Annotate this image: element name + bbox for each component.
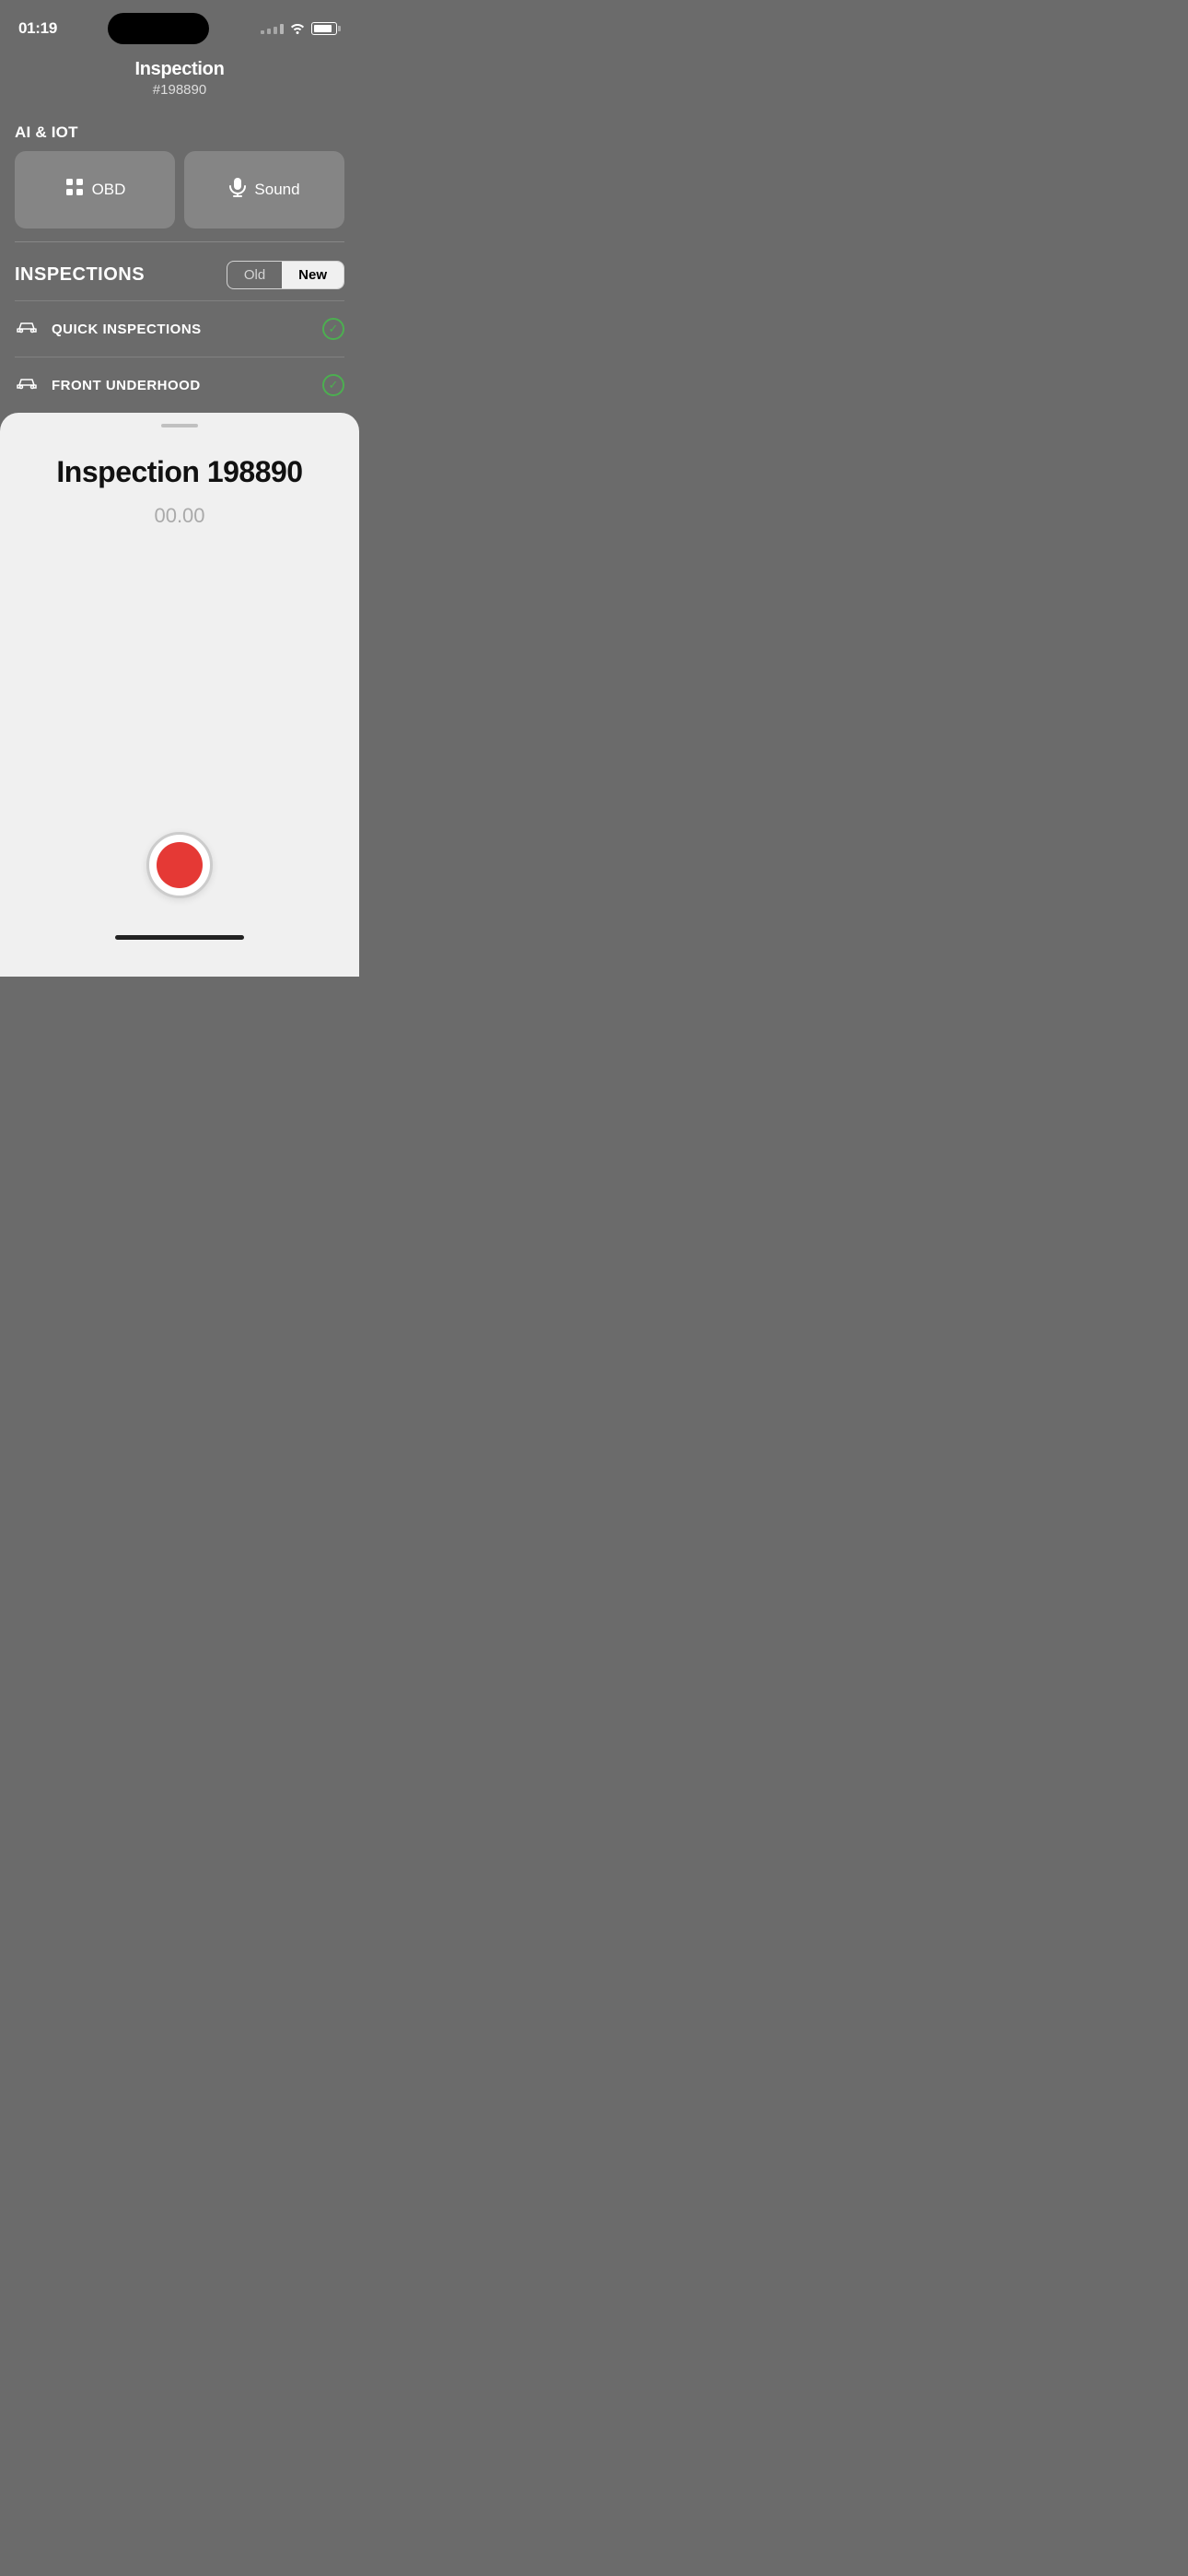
sound-card[interactable]: Sound [184, 151, 344, 228]
timer-display: 00.00 [154, 504, 204, 528]
status-bar: 01:19 [0, 0, 359, 50]
front-underhood-label: FRONT UNDERHOOD [52, 378, 309, 393]
dynamic-island [108, 13, 209, 44]
home-indicator [115, 935, 244, 940]
sound-label: Sound [254, 181, 299, 199]
page-title: Inspection [18, 59, 341, 80]
old-toggle-button[interactable]: Old [227, 262, 282, 288]
inspection-row-front[interactable]: FRONT UNDERHOOD ✓ [15, 357, 344, 413]
quick-inspections-label: QUICK INSPECTIONS [52, 322, 309, 337]
sheet-handle [161, 424, 198, 427]
front-check-icon: ✓ [322, 374, 344, 396]
obd-card[interactable]: OBD [15, 151, 175, 228]
microphone-icon [228, 177, 247, 203]
page-header: Inspection #198890 [0, 50, 359, 112]
record-button[interactable] [146, 832, 213, 898]
new-toggle-button[interactable]: New [282, 262, 344, 288]
car-icon-front [15, 372, 39, 398]
sheet-title: Inspection 198890 [56, 455, 302, 489]
ai-cards-row: OBD Sound [15, 151, 344, 228]
status-icons [261, 21, 341, 37]
record-button-container [146, 832, 213, 898]
page-subtitle: #198890 [18, 82, 341, 98]
recording-area [18, 556, 341, 814]
wifi-icon [289, 21, 306, 37]
battery-icon [311, 22, 341, 35]
main-content: AI & IOT OBD Soun [0, 112, 359, 413]
ai-iot-section-label: AI & IOT [15, 112, 344, 151]
record-dot [157, 842, 203, 888]
inspections-title: INSPECTIONS [15, 264, 145, 286]
obd-label: OBD [92, 181, 126, 199]
quick-check-icon: ✓ [322, 318, 344, 340]
car-icon-quick [15, 316, 39, 342]
inspection-row-quick[interactable]: QUICK INSPECTIONS ✓ [15, 300, 344, 357]
bottom-sheet: Inspection 198890 00.00 [0, 413, 359, 977]
obd-icon [64, 177, 85, 203]
old-new-toggle[interactable]: Old New [227, 261, 344, 289]
status-time: 01:19 [18, 19, 57, 38]
signal-icon [261, 24, 284, 34]
section-divider [15, 241, 344, 242]
inspections-header: INSPECTIONS Old New [15, 250, 344, 300]
